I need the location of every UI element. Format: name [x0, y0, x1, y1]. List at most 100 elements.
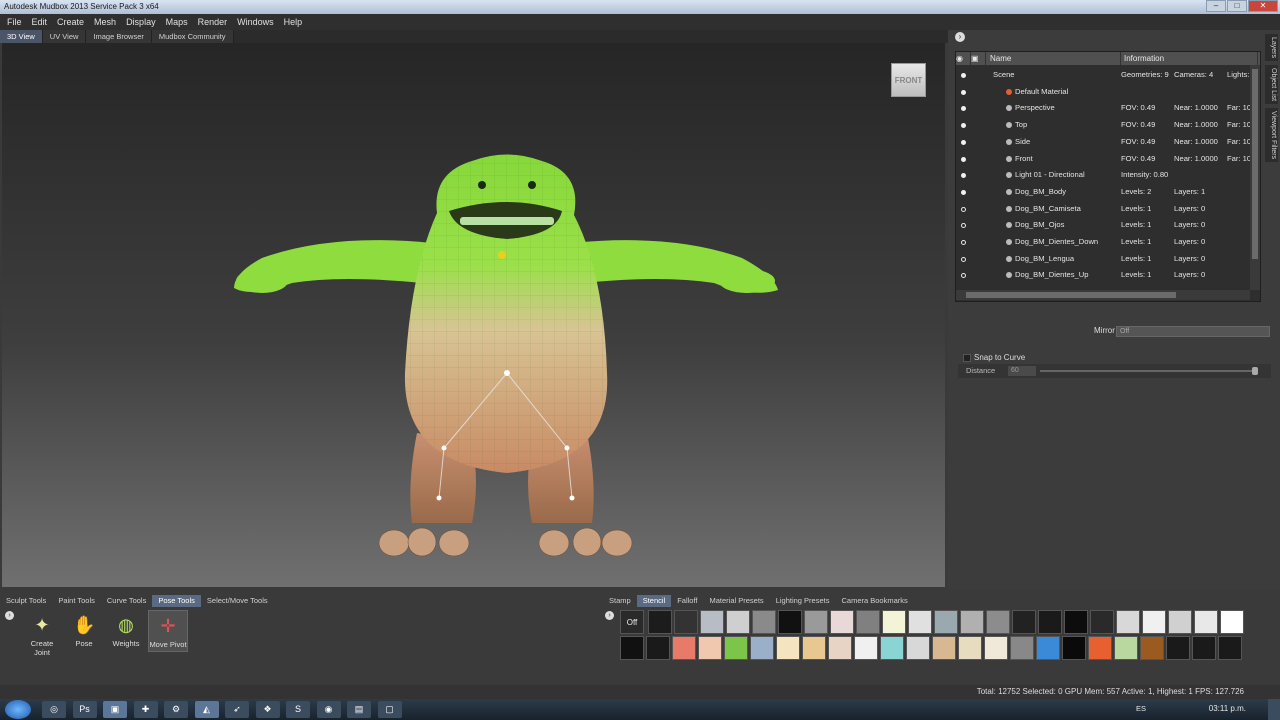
name-column-header[interactable]: Name: [986, 52, 1121, 65]
panel-collapse-icon[interactable]: ›: [955, 32, 965, 42]
notes-icon[interactable]: ▢: [377, 701, 402, 718]
stencil-thumbnail[interactable]: [672, 636, 696, 660]
visibility-eye-icon[interactable]: [961, 273, 966, 279]
app-icon[interactable]: ⚙: [164, 701, 188, 718]
outliner-row[interactable]: Side FOV: 0.49 Near: 1.0000 Far: 10000: [956, 134, 1252, 151]
visibility-eye-icon[interactable]: [961, 139, 966, 145]
stencil-thumbnail[interactable]: [752, 610, 776, 634]
stencil-thumbnail[interactable]: [1168, 610, 1192, 634]
stencil-thumbnail[interactable]: [778, 610, 802, 634]
stencil-thumbnail[interactable]: [724, 636, 748, 660]
stencil-thumbnail[interactable]: [1166, 636, 1190, 660]
tab-falloff[interactable]: Falloff: [671, 595, 703, 607]
outliner-row[interactable]: Scene Geometries: 9 Cameras: 4 Lights: 1: [956, 67, 1252, 84]
distance-slider[interactable]: [1040, 367, 1258, 375]
minimize-button[interactable]: –: [1206, 0, 1226, 12]
menu-mesh[interactable]: Mesh: [89, 17, 121, 27]
tab-3d-view[interactable]: 3D View: [0, 30, 43, 43]
stencil-thumbnail[interactable]: [908, 610, 932, 634]
menu-maps[interactable]: Maps: [161, 17, 193, 27]
snap-to-curve-row[interactable]: Snap to Curve: [963, 353, 1025, 362]
distance-input[interactable]: 60: [1008, 366, 1036, 376]
tab-lighting-presets[interactable]: Lighting Presets: [770, 595, 836, 607]
stencil-thumbnail[interactable]: [802, 636, 826, 660]
visibility-eye-icon[interactable]: [961, 173, 966, 179]
stencil-thumbnail[interactable]: [726, 610, 750, 634]
tab-camera-bookmarks[interactable]: Camera Bookmarks: [835, 595, 913, 607]
horizontal-scrollbar[interactable]: [956, 290, 1250, 300]
menu-file[interactable]: File: [2, 17, 27, 27]
side-tab-viewport-filters[interactable]: Viewport Filters: [1265, 108, 1278, 163]
visibility-eye-icon[interactable]: [961, 223, 966, 229]
side-tab-layers[interactable]: Layers: [1265, 34, 1278, 62]
mudbox-icon[interactable]: ◭: [194, 701, 219, 718]
stencil-thumbnail[interactable]: [854, 636, 878, 660]
tool-weights[interactable]: ◍ Weights: [106, 610, 146, 652]
arrow-icon[interactable]: ➶: [225, 701, 249, 718]
stencil-thumbnail[interactable]: [960, 610, 984, 634]
stencil-thumbnail[interactable]: [804, 610, 828, 634]
visibility-eye-icon[interactable]: [961, 156, 966, 162]
language-indicator[interactable]: ES: [1136, 704, 1146, 713]
stencil-thumbnail[interactable]: [1064, 610, 1088, 634]
tab-curve-tools[interactable]: Curve Tools: [101, 595, 152, 607]
stencil-thumbnail[interactable]: [1036, 636, 1060, 660]
distance-slider-handle[interactable]: [1252, 367, 1258, 375]
outliner-row[interactable]: Dog_BM_Camiseta Levels: 1 Layers: 0: [956, 201, 1252, 218]
vertical-scrollbar[interactable]: [1250, 65, 1260, 290]
stencil-thumbnail[interactable]: [984, 636, 1008, 660]
clock[interactable]: 03:11 p.m.: [1209, 704, 1246, 713]
visibility-eye-icon[interactable]: [961, 106, 966, 112]
firefox-icon[interactable]: ◉: [316, 701, 341, 718]
visibility-eye-icon[interactable]: [961, 189, 966, 195]
stencil-thumbnail[interactable]: [1140, 636, 1164, 660]
tools-options-icon[interactable]: ›: [5, 611, 14, 620]
stencil-thumbnail[interactable]: [986, 610, 1010, 634]
visibility-eye-icon[interactable]: [961, 206, 966, 212]
tool-pose[interactable]: ✋ Pose: [64, 610, 104, 652]
stencil-thumbnail[interactable]: [1012, 610, 1036, 634]
outliner-row[interactable]: Dog_BM_Dientes_Down Levels: 1 Layers: 0: [956, 234, 1252, 251]
stencil-thumbnail[interactable]: [674, 610, 698, 634]
tab-pose-tools[interactable]: Pose Tools: [152, 595, 201, 607]
outliner-row[interactable]: Light 01 - Directional Intensity: 0.80: [956, 167, 1252, 184]
stencil-thumbnail[interactable]: [830, 610, 854, 634]
stencil-thumbnail[interactable]: [856, 610, 880, 634]
explorer-icon[interactable]: ▤: [347, 701, 371, 718]
menu-help[interactable]: Help: [279, 17, 308, 27]
start-button-icon[interactable]: [5, 700, 31, 719]
stencil-thumbnail[interactable]: [1090, 610, 1114, 634]
snap-to-curve-checkbox[interactable]: [963, 353, 971, 362]
stencil-thumbnail[interactable]: [648, 610, 672, 634]
tab-stamp[interactable]: Stamp: [603, 595, 637, 607]
menu-create[interactable]: Create: [52, 17, 89, 27]
stencil-thumbnail[interactable]: [776, 636, 800, 660]
outliner-row[interactable]: Default Material: [956, 84, 1252, 101]
stencil-thumbnail[interactable]: [750, 636, 774, 660]
tab-sculpt-tools[interactable]: Sculpt Tools: [0, 595, 52, 607]
stencil-thumbnail[interactable]: [1218, 636, 1242, 660]
menu-edit[interactable]: Edit: [27, 17, 53, 27]
tool-icon[interactable]: ✚: [133, 701, 158, 718]
tool-move-pivot[interactable]: ✛ Move Pivot: [148, 610, 188, 652]
window-icon[interactable]: ▣: [103, 701, 127, 718]
tab-paint-tools[interactable]: Paint Tools: [52, 595, 101, 607]
stencil-thumbnail[interactable]: [1220, 610, 1244, 634]
side-tab-object-list[interactable]: Object List: [1265, 65, 1278, 105]
tool-create-joint[interactable]: ✦ Create Joint: [22, 610, 62, 657]
skype-icon[interactable]: S: [286, 701, 310, 718]
mirror-select[interactable]: Off: [1116, 326, 1270, 337]
menu-windows[interactable]: Windows: [232, 17, 279, 27]
app2-icon[interactable]: ❖: [255, 701, 280, 718]
stencil-thumbnail[interactable]: [620, 636, 644, 660]
outliner-row[interactable]: Perspective FOV: 0.49 Near: 1.0000 Far: 100…: [956, 100, 1252, 117]
stencil-thumbnail[interactable]: [1088, 636, 1112, 660]
photoshop-icon[interactable]: Ps: [72, 701, 97, 718]
tab-mudbox-community[interactable]: Mudbox Community: [151, 30, 234, 43]
maximize-button[interactable]: □: [1227, 0, 1247, 12]
stencil-thumbnail[interactable]: [698, 636, 722, 660]
show-desktop-button[interactable]: [1268, 699, 1280, 720]
tab-material-presets[interactable]: Material Presets: [704, 595, 770, 607]
stencil-thumbnail[interactable]: [1194, 610, 1218, 634]
visibility-eye-icon[interactable]: [961, 89, 966, 95]
